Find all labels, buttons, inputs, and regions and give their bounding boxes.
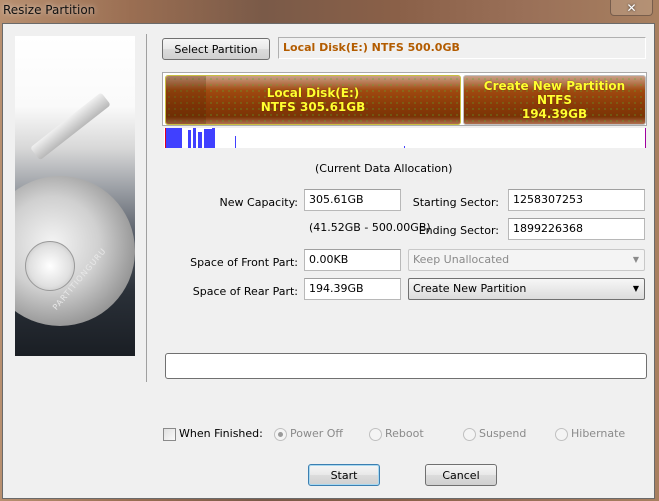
progress-bar [165,353,647,379]
radio-reboot[interactable] [369,428,382,441]
new-capacity-label: New Capacity: [219,196,298,209]
starting-sector-input[interactable]: 1258307253 [508,189,645,211]
allocation-caption: (Current Data Allocation) [315,162,453,175]
radio-hibernate-label: Hibernate [571,427,626,440]
data-allocation-bar [164,128,646,148]
partition-detail: NTFS 305.61GB [260,100,366,114]
select-partition-button[interactable]: Select Partition [162,38,270,60]
partition-block-existing[interactable]: Local Disk(E:) NTFS 305.61GB [165,75,461,125]
partition-filesystem: NTFS [536,93,573,107]
rear-action-dropdown[interactable]: Create New Partition ▼ [408,278,645,300]
disk-arm-graphic [30,92,111,161]
radio-hibernate[interactable] [555,428,568,441]
front-action-dropdown[interactable]: Keep Unallocated ▼ [408,249,645,271]
disk-hub-graphic [25,241,75,291]
partition-name: Local Disk(E:) [266,86,360,100]
hard-disk-illustration: PARTITIONGURU [15,36,135,356]
when-finished-checkbox[interactable] [163,428,176,441]
chevron-down-icon: ▼ [632,284,639,293]
resize-partition-window: Resize Partition ✕ PARTITIONGURU Select … [0,0,659,501]
selected-partition-info: Local Disk(E:) NTFS 500.0GB [278,37,646,59]
allocation-block [212,128,215,148]
allocation-block [404,146,405,148]
allocation-block [165,128,182,148]
rear-action-value: Create New Partition [413,282,527,295]
allocation-block [235,136,236,148]
vertical-divider [146,34,147,382]
radio-suspend-label: Suspend [479,427,527,440]
start-button[interactable]: Start [308,464,380,486]
title-bar: Resize Partition ✕ [0,0,659,24]
partition-block-new[interactable]: Create New Partition NTFS 194.39GB [463,75,646,125]
dialog-body: PARTITIONGURU Select Partition Local Dis… [2,23,655,499]
disk-partition-map: Local Disk(E:) NTFS 305.61GB Create New … [162,72,647,126]
rear-space-input[interactable]: 194.39GB [304,278,401,300]
allocation-block [204,129,212,148]
radio-power-off-label: Power Off [290,427,343,440]
radio-suspend[interactable] [463,428,476,441]
ending-sector-label: Ending Sector: [418,224,499,237]
when-finished-row: When Finished: Power Off Reboot Suspend … [163,427,653,443]
front-space-label: Space of Front Part: [190,256,298,269]
allocation-block [188,130,191,148]
new-capacity-input[interactable]: 305.61GB [304,189,401,211]
close-button[interactable]: ✕ [610,0,653,16]
partition-name: Create New Partition [483,79,626,93]
ending-sector-input[interactable]: 1899226368 [508,218,645,240]
allocation-end-marker [645,128,646,148]
cancel-button[interactable]: Cancel [425,464,497,486]
allocation-block [193,128,196,148]
radio-reboot-label: Reboot [385,427,424,440]
front-action-value: Keep Unallocated [413,253,510,266]
window-title: Resize Partition [3,3,96,17]
radio-power-off[interactable] [274,428,287,441]
allocation-block [198,132,202,148]
chevron-down-icon: ▼ [632,255,639,264]
rear-space-label: Space of Rear Part: [192,285,298,298]
close-icon: ✕ [626,0,637,15]
when-finished-label: When Finished: [179,427,263,440]
allocation-start-marker [165,128,166,148]
partition-size: 194.39GB [521,107,588,121]
front-space-input[interactable]: 0.00KB [304,249,401,271]
starting-sector-label: Starting Sector: [412,196,499,209]
